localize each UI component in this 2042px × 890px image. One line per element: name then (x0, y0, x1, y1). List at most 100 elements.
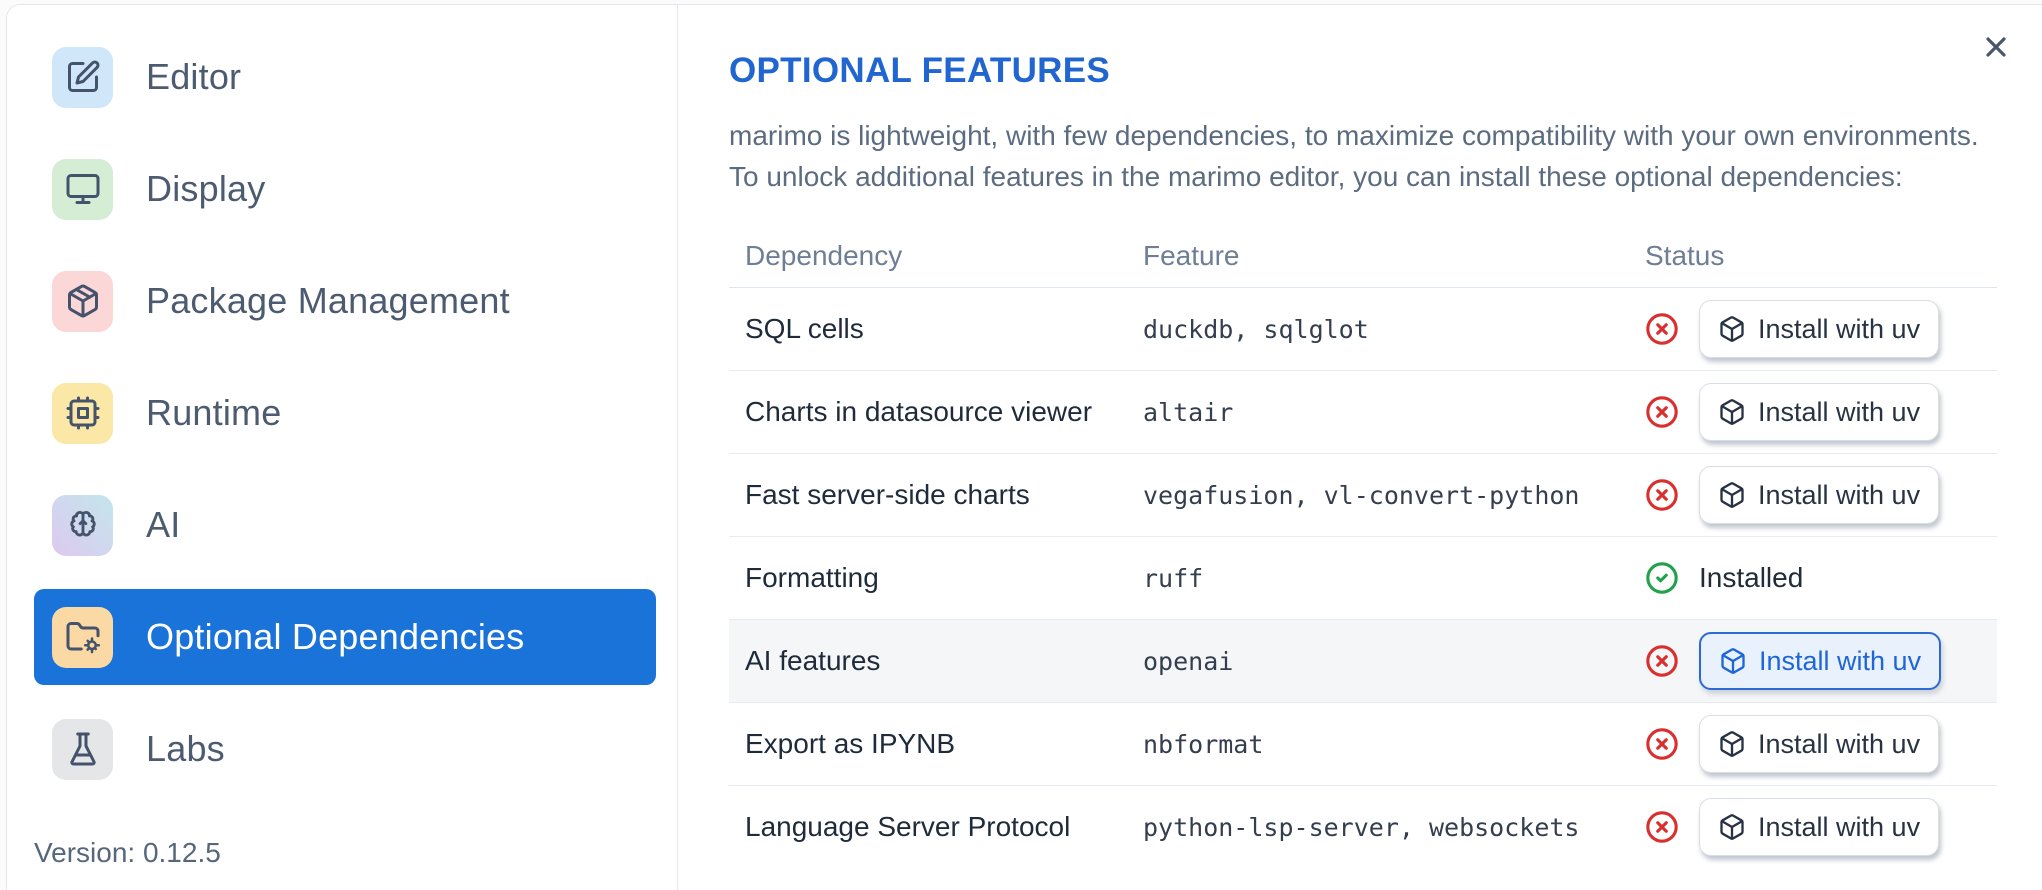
install-with-uv-button[interactable]: Install with uv (1699, 466, 1940, 524)
sidebar-item-label: Editor (146, 56, 242, 97)
sidebar-item-runtime[interactable]: Runtime (34, 365, 656, 461)
install-button-label: Install with uv (1758, 396, 1921, 427)
status-installed-icon (1646, 562, 1678, 594)
package-cube-icon (1718, 398, 1746, 426)
package-cube-icon (1718, 481, 1746, 509)
package-cube-icon-5 (1720, 731, 1744, 757)
status-cell: Install with uv (1629, 466, 1997, 524)
feature-cell: ruff (1143, 563, 1204, 593)
table-row: Formatting ruff Installed (729, 537, 1997, 620)
install-with-uv-button[interactable]: Install with uv (1699, 383, 1940, 441)
package-cube-icon-4 (1721, 648, 1745, 674)
folder-cog-icon (66, 622, 100, 654)
status-icon-slot (1645, 561, 1679, 595)
close-x-icon (1986, 37, 2006, 57)
sidebar-item-label: Display (146, 168, 266, 209)
sidebar-item-icon-box (52, 606, 113, 668)
status-cell: Install with uv (1629, 300, 1997, 358)
square-pen-icon (67, 60, 99, 92)
package-cube-icon-1 (1720, 399, 1744, 425)
monitor-icon (66, 174, 99, 204)
status-icon-slot (1645, 810, 1679, 844)
package-icon (67, 284, 98, 318)
feature-cell: nbformat (1143, 729, 1264, 759)
dependency-cell: Formatting (745, 562, 879, 593)
package-cube-icon (1719, 647, 1747, 675)
package-cube-icon-0 (1720, 316, 1744, 342)
installed-label: Installed (1699, 562, 1804, 593)
column-header-feature: Feature (1143, 240, 1240, 271)
sidebar-item-label: AI (146, 504, 181, 545)
table-row: SQL cells duckdb, sqlglot Install with u… (729, 288, 1997, 371)
sidebar-item-label: Labs (146, 728, 225, 769)
sidebar-item-label: Runtime (146, 392, 282, 433)
close-icon (1980, 31, 2012, 63)
sidebar-item-package-management[interactable]: Package Management (34, 253, 656, 349)
status-error-icon (1646, 728, 1678, 760)
sidebar-item-editor[interactable]: Editor (34, 29, 656, 125)
sidebar-item-icon-box (52, 718, 113, 780)
dependency-cell: AI features (745, 645, 881, 676)
install-with-uv-button[interactable]: Install with uv (1699, 632, 1942, 690)
install-with-uv-button[interactable]: Install with uv (1699, 300, 1940, 358)
sidebar-item-icon-box (52, 46, 113, 108)
flask-icon (69, 732, 96, 766)
brain-icon (69, 511, 96, 537)
install-button-label: Install with uv (1758, 728, 1921, 759)
status-icon-slot (1645, 644, 1679, 678)
sidebar-nav: Editor Display Package Management Runtim… (34, 29, 677, 797)
optional-features-panel: OPTIONAL FEATURES marimo is lightweight,… (678, 5, 2042, 890)
settings-sidebar: Editor Display Package Management Runtim… (7, 5, 678, 890)
install-with-uv-button[interactable]: Install with uv (1699, 715, 1940, 773)
panel-title: OPTIONAL FEATURES (729, 51, 1111, 90)
sidebar-item-icon-box (52, 382, 113, 444)
table-row: Fast server-side charts vegafusion, vl-c… (729, 454, 1997, 537)
status-error-icon (1646, 313, 1678, 345)
panel-description: marimo is lightweight, with few dependen… (729, 120, 1979, 192)
install-button-label: Install with uv (1758, 811, 1921, 842)
dependency-cell: Charts in datasource viewer (745, 396, 1093, 427)
status-cell: Install with uv (1629, 715, 1997, 773)
install-button-label: Install with uv (1758, 479, 1921, 510)
feature-cell: openai (1143, 646, 1234, 676)
column-header-status: Status (1645, 240, 1725, 271)
dependency-cell: Export as IPYNB (745, 728, 956, 759)
status-icon-slot (1645, 727, 1679, 761)
install-button-label: Install with uv (1758, 313, 1921, 344)
column-header-dependency: Dependency (745, 240, 903, 271)
feature-cell: duckdb, sqlglot (1143, 314, 1369, 344)
status-cell: Install with uv (1629, 798, 1997, 856)
sidebar-item-icon-box (52, 494, 113, 556)
table-body: SQL cells duckdb, sqlglot Install with u… (729, 288, 1997, 868)
status-icon-slot (1645, 312, 1679, 346)
feature-cell: python-lsp-server, websockets (1143, 812, 1580, 842)
dependency-cell: Language Server Protocol (745, 811, 1071, 842)
status-error-icon (1646, 645, 1678, 677)
package-cube-icon (1718, 315, 1746, 343)
install-with-uv-button[interactable]: Install with uv (1699, 798, 1940, 856)
sidebar-item-icon-box (52, 270, 113, 332)
dependency-cell: Fast server-side charts (745, 479, 1030, 510)
dependencies-table: Dependency Feature Status SQL cells duck… (729, 225, 1997, 868)
settings-dialog: Editor Display Package Management Runtim… (6, 4, 2042, 890)
table-row: Language Server Protocol python-lsp-serv… (729, 786, 1997, 868)
table-header-row: Dependency Feature Status (729, 225, 1997, 288)
status-cell: Install with uv (1629, 383, 1997, 441)
table-row: Export as IPYNB nbformat Install with uv (729, 703, 1997, 786)
status-error-icon (1646, 396, 1678, 428)
sidebar-item-display[interactable]: Display (34, 141, 656, 237)
sidebar-item-labs[interactable]: Labs (34, 701, 656, 797)
status-error-icon (1646, 811, 1678, 843)
dependency-cell: SQL cells (745, 313, 864, 344)
table-row: Charts in datasource viewer altair Insta… (729, 371, 1997, 454)
sidebar-item-optional-dependencies[interactable]: Optional Dependencies (34, 589, 656, 685)
sidebar-item-ai[interactable]: AI (34, 477, 656, 573)
feature-cell: vegafusion, vl-convert-python (1143, 480, 1580, 510)
sidebar-item-icon-box (52, 158, 113, 220)
package-cube-icon-2 (1720, 482, 1744, 508)
status-cell: Installed (1629, 561, 1997, 595)
close-button[interactable] (1974, 25, 2018, 69)
status-error-icon (1646, 479, 1678, 511)
package-cube-icon (1718, 730, 1746, 758)
sidebar-item-label: Package Management (146, 280, 510, 321)
